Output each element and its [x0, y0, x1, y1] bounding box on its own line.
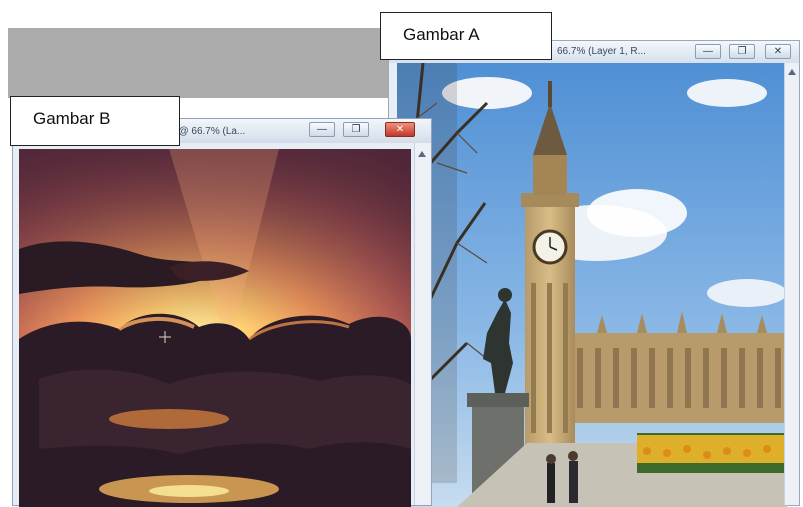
image-window-a[interactable]: 66.7% (Layer 1, R... — ❐ ✕	[388, 40, 800, 507]
background-gray-band	[8, 28, 402, 98]
window-a-scrollbar[interactable]	[784, 63, 799, 505]
restore-button[interactable]: ❐	[343, 122, 369, 137]
close-button[interactable]: ✕	[385, 122, 415, 137]
minimize-button[interactable]: —	[309, 122, 335, 137]
close-button[interactable]: ✕	[765, 44, 791, 59]
scroll-up-icon[interactable]	[418, 151, 426, 157]
scroll-up-icon[interactable]	[788, 69, 796, 75]
minimize-button[interactable]: —	[695, 44, 721, 59]
restore-button[interactable]: ❐	[729, 44, 755, 59]
image-window-b[interactable]: ped @ 66.7% (La... — ❐ ✕	[12, 118, 432, 507]
sunset-photo	[19, 149, 411, 507]
big-ben-photo	[397, 63, 787, 507]
label-gambar-b: Gambar B	[10, 96, 180, 146]
window-a-title: 66.7% (Layer 1, R...	[557, 46, 646, 57]
label-gambar-a: Gambar A	[380, 12, 552, 60]
window-b-scrollbar[interactable]	[414, 143, 431, 505]
